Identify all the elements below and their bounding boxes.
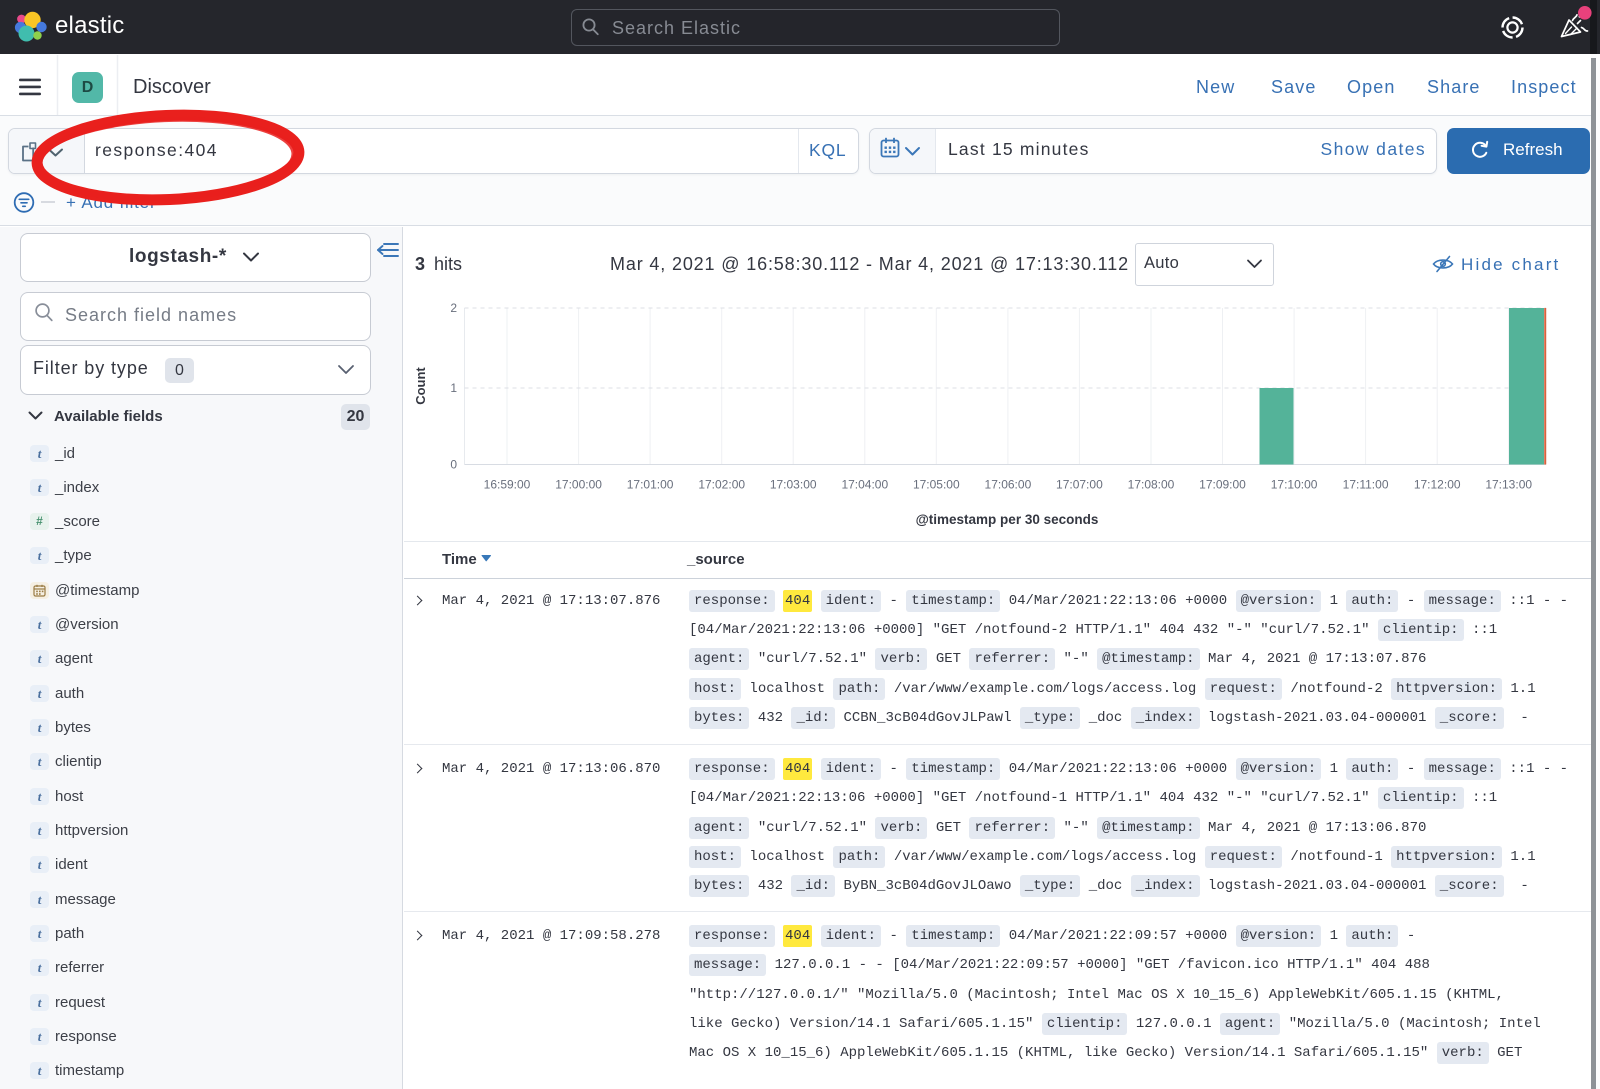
svg-text:17:03:00: 17:03:00 (770, 478, 817, 492)
svg-text:2: 2 (450, 301, 457, 315)
svg-text:Count: Count (413, 367, 428, 405)
svg-text:17:12:00: 17:12:00 (1414, 478, 1461, 492)
svg-text:@timestamp per 30 seconds: @timestamp per 30 seconds (916, 512, 1099, 527)
svg-text:17:02:00: 17:02:00 (698, 478, 745, 492)
svg-text:17:01:00: 17:01:00 (627, 478, 674, 492)
svg-text:17:13:00: 17:13:00 (1485, 478, 1532, 492)
svg-text:1: 1 (450, 381, 457, 395)
svg-text:17:08:00: 17:08:00 (1128, 478, 1175, 492)
svg-text:16:59:00: 16:59:00 (484, 478, 531, 492)
svg-text:17:00:00: 17:00:00 (555, 478, 602, 492)
svg-text:17:11:00: 17:11:00 (1343, 478, 1389, 492)
svg-text:17:06:00: 17:06:00 (985, 478, 1032, 492)
svg-text:17:04:00: 17:04:00 (841, 478, 888, 492)
svg-text:17:07:00: 17:07:00 (1056, 478, 1103, 492)
svg-text:17:10:00: 17:10:00 (1271, 478, 1318, 492)
svg-text:0: 0 (450, 458, 457, 472)
svg-text:17:09:00: 17:09:00 (1199, 478, 1246, 492)
svg-text:17:05:00: 17:05:00 (913, 478, 960, 492)
